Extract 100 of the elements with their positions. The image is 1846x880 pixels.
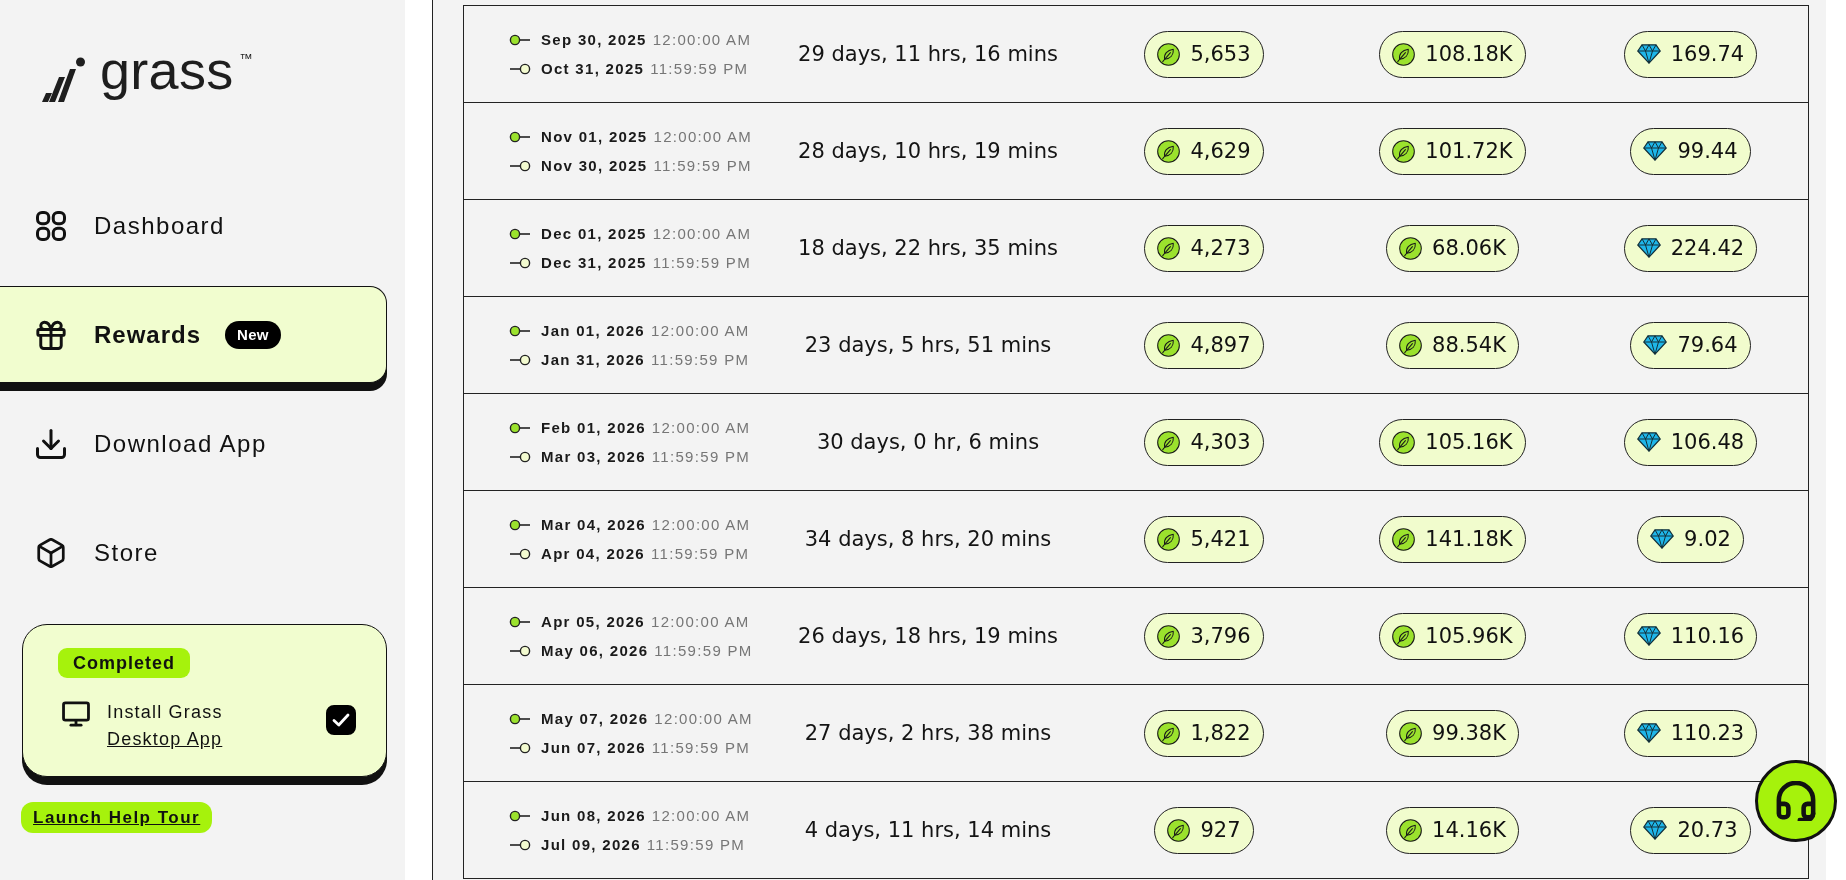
time-text: 12:00:00 AM	[651, 613, 750, 630]
value-text: 5,421	[1190, 527, 1251, 551]
date-text: Nov 30, 2025	[541, 157, 648, 174]
value-text: 105.16K	[1425, 430, 1513, 454]
value-text: 1,822	[1190, 721, 1251, 745]
diamond-icon	[1643, 335, 1668, 355]
leaf-coin-icon	[1392, 430, 1416, 454]
start-dot-icon	[509, 615, 531, 628]
value-text: 4,303	[1190, 430, 1251, 454]
value-text: 927	[1200, 818, 1241, 842]
date-text: Apr 05, 2026	[541, 613, 645, 630]
diamond-icon	[1636, 432, 1661, 452]
leaf-coin-icon	[1157, 139, 1181, 163]
time-text: 12:00:00 AM	[653, 128, 753, 145]
start-dot-icon	[509, 712, 531, 725]
end-dot-icon	[509, 547, 531, 560]
date-text: Apr 04, 2026	[541, 545, 645, 562]
diamond-icon	[1650, 529, 1675, 549]
start-dot-icon	[509, 421, 531, 434]
nav-item[interactable]: Download App	[0, 395, 387, 492]
date-text: Jul 09, 2026	[541, 836, 641, 853]
value-text: 99.44	[1677, 139, 1738, 163]
leaf-coin-icon	[1392, 139, 1416, 163]
diamond-icon	[1643, 820, 1668, 840]
time-text: 12:00:00 AM	[651, 807, 751, 824]
leaf-coin-icon	[1157, 624, 1181, 648]
diamond-icon	[1636, 44, 1661, 64]
date-text: Dec 01, 2025	[541, 225, 647, 242]
time-text: 12:00:00 AM	[652, 31, 752, 48]
start-dot-icon	[509, 130, 531, 143]
start-dot-icon	[509, 518, 531, 531]
check-icon	[332, 713, 350, 727]
nav-item[interactable]: Store	[0, 504, 387, 601]
status-tag: Completed	[58, 648, 190, 678]
date-text: Jun 08, 2026	[541, 807, 646, 824]
leaf-coin-icon	[1399, 333, 1423, 357]
time-text: 12:00:00 AM	[651, 322, 750, 339]
leaf-coin-icon	[1399, 236, 1423, 260]
value-text: 20.73	[1677, 818, 1738, 842]
diamond-icon	[1636, 626, 1661, 646]
leaf-coin-icon	[1157, 333, 1181, 357]
value-text: 79.64	[1677, 333, 1738, 357]
date-text: Sep 30, 2025	[541, 31, 647, 48]
cube-icon	[36, 537, 66, 568]
gift-icon	[36, 319, 66, 350]
end-dot-icon	[509, 159, 531, 172]
time-text: 11:59:59 PM	[651, 448, 751, 465]
diamond-icon	[1643, 141, 1668, 161]
duration-text: 26 days, 18 hrs, 19 mins	[798, 624, 1058, 648]
end-dot-icon	[509, 838, 531, 851]
leaf-coin-icon	[1399, 721, 1423, 745]
value-text: 99.38K	[1432, 721, 1506, 745]
value-text: 169.74	[1670, 42, 1745, 66]
leaf-coin-icon	[1392, 527, 1416, 551]
date-text: Jan 01, 2026	[541, 322, 645, 339]
time-text: 11:59:59 PM	[651, 739, 751, 756]
diamond-icon	[1636, 238, 1661, 258]
nav-item[interactable]: Dashboard	[0, 177, 387, 274]
value-text: 105.96K	[1425, 624, 1513, 648]
leaf-coin-icon	[1157, 430, 1181, 454]
duration-text: 29 days, 11 hrs, 16 mins	[798, 42, 1058, 66]
duration-text: 23 days, 5 hrs, 51 mins	[804, 333, 1052, 357]
date-text: Oct 31, 2025	[541, 60, 645, 77]
leaf-coin-icon	[1157, 236, 1181, 260]
duration-text: 27 days, 2 hrs, 38 mins	[804, 721, 1052, 745]
duration-text: 4 days, 11 hrs, 14 mins	[804, 818, 1052, 842]
end-dot-icon	[509, 353, 531, 366]
help-tour-link[interactable]: Launch Help Tour	[21, 802, 213, 833]
leaf-coin-icon	[1392, 624, 1416, 648]
leaf-coin-icon	[1157, 721, 1181, 745]
time-text: 11:59:59 PM	[653, 157, 752, 174]
date-text: May 07, 2026	[541, 710, 649, 727]
end-dot-icon	[509, 741, 531, 754]
value-text: 5,653	[1190, 42, 1251, 66]
date-text: May 06, 2026	[541, 642, 649, 659]
checkbox[interactable]	[326, 705, 356, 735]
end-dot-icon	[509, 62, 531, 75]
value-text: 3,796	[1190, 624, 1251, 648]
value-text: 88.54K	[1432, 333, 1506, 357]
monitor-icon	[62, 701, 90, 727]
value-text: 68.06K	[1432, 236, 1506, 260]
task-text: Install Grass	[107, 701, 223, 724]
time-text: 12:00:00 AM	[651, 419, 751, 436]
start-dot-icon	[509, 324, 531, 337]
trademark-text: ™	[239, 52, 253, 65]
end-dot-icon	[509, 256, 531, 269]
task-link[interactable]: Desktop App	[107, 726, 223, 753]
date-text: Jan 31, 2026	[541, 351, 645, 368]
headset-icon	[1776, 781, 1816, 821]
date-text: Mar 03, 2026	[541, 448, 646, 465]
duration-text: 30 days, 0 hr, 6 mins	[816, 430, 1040, 454]
leaf-coin-icon	[1157, 527, 1181, 551]
leaf-coin-icon	[1392, 42, 1416, 66]
duration-text: 28 days, 10 hrs, 19 mins	[798, 139, 1058, 163]
time-text: 11:59:59 PM	[651, 351, 750, 368]
time-text: 11:59:59 PM	[650, 60, 749, 77]
leaf-coin-icon	[1167, 818, 1191, 842]
start-dot-icon	[509, 33, 531, 46]
start-dot-icon	[509, 227, 531, 240]
end-dot-icon	[509, 644, 531, 657]
